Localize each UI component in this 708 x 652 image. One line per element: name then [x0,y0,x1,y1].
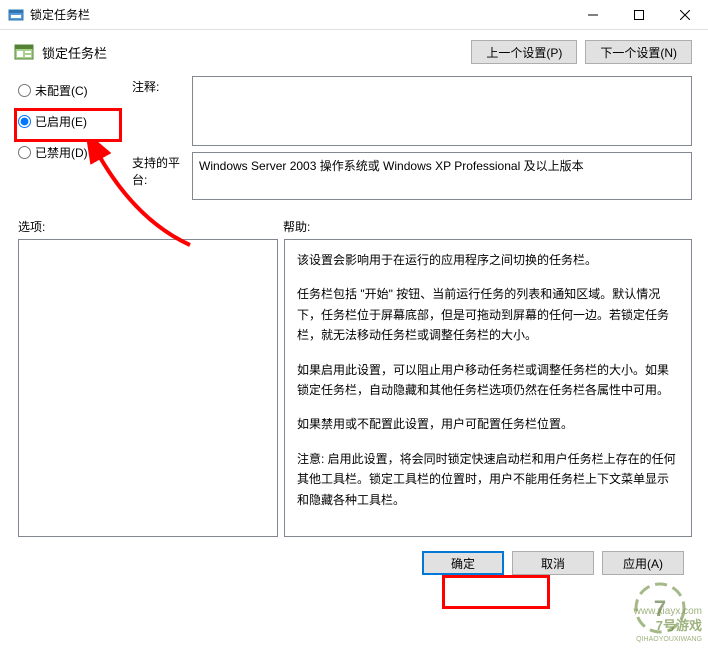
help-text: 如果启用此设置，可以阻止用户移动任务栏或调整任务栏的大小。如果锁定任务栏，自动隐… [297,360,679,401]
radio-not-configured[interactable]: 未配置(C) [18,82,118,99]
help-text: 任务栏包括 "开始" 按钮、当前运行任务的列表和通知区域。默认情况下，任务栏位于… [297,284,679,345]
watermark-text: www.xiayx.com 7号游戏 QIHAOYOUXIWANG [634,605,702,644]
radio-enabled-label: 已启用(E) [35,113,87,130]
page-title: 锁定任务栏 [42,43,463,62]
window-title: 锁定任务栏 [30,6,570,23]
help-panel[interactable]: 该设置会影响用于在运行的应用程序之间切换的任务栏。 任务栏包括 "开始" 按钮、… [284,239,692,537]
help-text: 如果禁用或不配置此设置，用户可配置任务栏位置。 [297,414,679,434]
platform-box: Windows Server 2003 操作系统或 Windows XP Pro… [192,152,692,200]
radio-not-configured-label: 未配置(C) [35,82,88,99]
policy-icon [14,42,34,62]
help-heading: 帮助: [283,218,310,235]
help-text: 注意: 启用此设置，将会同时锁定快速启动栏和用户任务栏上存在的任何其他工具栏。锁… [297,449,679,510]
radio-disabled-input[interactable] [18,146,31,159]
window-icon [8,7,24,23]
svg-text:7: 7 [654,596,666,621]
comment-textarea[interactable] [192,76,692,146]
minimize-button[interactable] [570,0,616,30]
options-panel[interactable] [18,239,278,537]
apply-button[interactable]: 应用(A) [602,551,684,575]
maximize-button[interactable] [616,0,662,30]
radio-enabled-input[interactable] [18,115,31,128]
prev-setting-button[interactable]: 上一个设置(P) [471,40,577,64]
watermark-logo-icon: 7 [632,580,688,636]
options-heading: 选项: [18,218,283,235]
comment-label: 注释: [132,76,192,95]
radio-disabled[interactable]: 已禁用(D) [18,144,118,161]
platform-label: 支持的平台: [132,152,192,188]
close-button[interactable] [662,0,708,30]
ok-button[interactable]: 确定 [422,551,504,575]
cancel-button[interactable]: 取消 [512,551,594,575]
radio-not-configured-input[interactable] [18,84,31,97]
next-setting-button[interactable]: 下一个设置(N) [585,40,692,64]
radio-disabled-label: 已禁用(D) [35,144,88,161]
help-text: 该设置会影响用于在运行的应用程序之间切换的任务栏。 [297,250,679,270]
radio-enabled[interactable]: 已启用(E) [18,113,118,130]
